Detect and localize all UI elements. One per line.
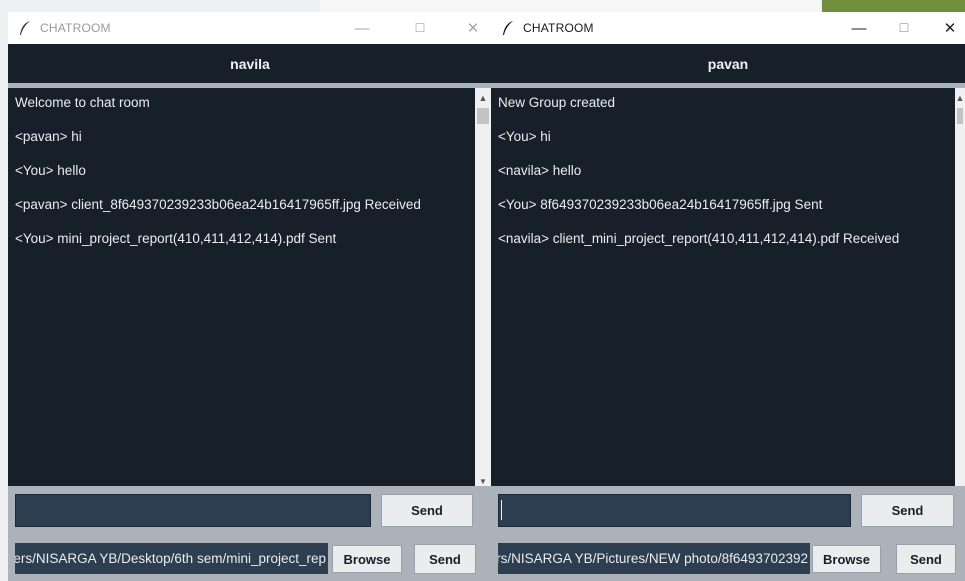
chat-message: Welcome to chat room xyxy=(15,95,150,110)
browse-button[interactable]: Browse xyxy=(812,545,881,573)
chatroom-window-pavan: CHATROOM — ☐ ✕ pavan New Group created <… xyxy=(491,12,965,581)
chat-header-username: navila xyxy=(8,44,492,83)
background-window-strip xyxy=(320,0,820,12)
window-title: CHATROOM xyxy=(523,21,594,35)
scrollbar-thumb[interactable] xyxy=(477,108,489,124)
message-input[interactable] xyxy=(498,494,851,527)
chat-message: <navila> hello xyxy=(498,163,582,178)
feather-icon xyxy=(499,19,517,37)
chat-message: <You> hello xyxy=(15,163,86,178)
file-path-input[interactable]: C:/Users/NISARGA YB/Desktop/6th sem/mini… xyxy=(15,543,328,574)
chat-log[interactable]: New Group created <You> hi <navila> hell… xyxy=(491,88,955,486)
scroll-up-icon[interactable]: ▲ xyxy=(475,90,491,106)
scroll-up-icon[interactable]: ▲ xyxy=(955,90,965,106)
message-input[interactable] xyxy=(15,494,371,527)
text-caret xyxy=(501,500,502,520)
send-file-button[interactable]: Send xyxy=(414,544,476,574)
minimize-button[interactable]: — xyxy=(840,12,878,44)
chat-message: <You> 8f649370239233b06ea24b16417965ff.j… xyxy=(498,197,823,212)
chat-message: <pavan> hi xyxy=(15,129,82,144)
chat-log[interactable]: Welcome to chat room <pavan> hi <You> he… xyxy=(8,88,475,486)
send-message-button[interactable]: Send xyxy=(381,494,473,527)
maximize-button[interactable]: ☐ xyxy=(885,12,923,44)
title-bar[interactable]: CHATROOM — ☐ ✕ xyxy=(491,12,965,44)
file-path-text: C:/Users/NISARGA YB/Desktop/6th sem/mini… xyxy=(15,551,326,566)
scroll-down-icon[interactable]: ▼ xyxy=(475,476,491,486)
input-panel: Send C:/Users/NISARGA YB/Pictures/NEW ph… xyxy=(491,486,965,581)
minimize-button[interactable]: — xyxy=(343,12,381,44)
input-panel: Send C:/Users/NISARGA YB/Desktop/6th sem… xyxy=(8,486,492,581)
window-title: CHATROOM xyxy=(40,21,111,35)
send-message-button[interactable]: Send xyxy=(861,494,954,527)
browse-button[interactable]: Browse xyxy=(332,545,402,573)
send-file-button[interactable]: Send xyxy=(896,544,956,574)
chatroom-window-navila: CHATROOM — ☐ ✕ navila Welcome to chat ro… xyxy=(8,12,492,581)
chat-header-username: pavan xyxy=(491,44,965,83)
chat-message: <You> hi xyxy=(498,129,551,144)
file-path-text: C:/Users/NISARGA YB/Pictures/NEW photo/8… xyxy=(498,551,808,566)
desktop-background xyxy=(822,0,965,12)
scrollbar-thumb[interactable] xyxy=(957,108,963,124)
feather-icon xyxy=(16,19,34,37)
maximize-button[interactable]: ☐ xyxy=(401,12,439,44)
chat-message: <navila> client_mini_project_report(410,… xyxy=(498,231,900,246)
close-button[interactable]: ✕ xyxy=(454,12,492,44)
file-path-input[interactable]: C:/Users/NISARGA YB/Pictures/NEW photo/8… xyxy=(498,543,810,574)
close-button[interactable]: ✕ xyxy=(931,12,965,44)
chat-scrollbar[interactable]: ▲ ▼ xyxy=(475,88,491,486)
chat-scrollbar[interactable]: ▲ xyxy=(955,88,965,486)
title-bar[interactable]: CHATROOM — ☐ ✕ xyxy=(8,12,492,44)
chat-message: <pavan> client_8f649370239233b06ea24b164… xyxy=(15,197,421,212)
chat-message: <You> mini_project_report(410,411,412,41… xyxy=(15,231,337,246)
chat-message: New Group created xyxy=(498,95,616,110)
